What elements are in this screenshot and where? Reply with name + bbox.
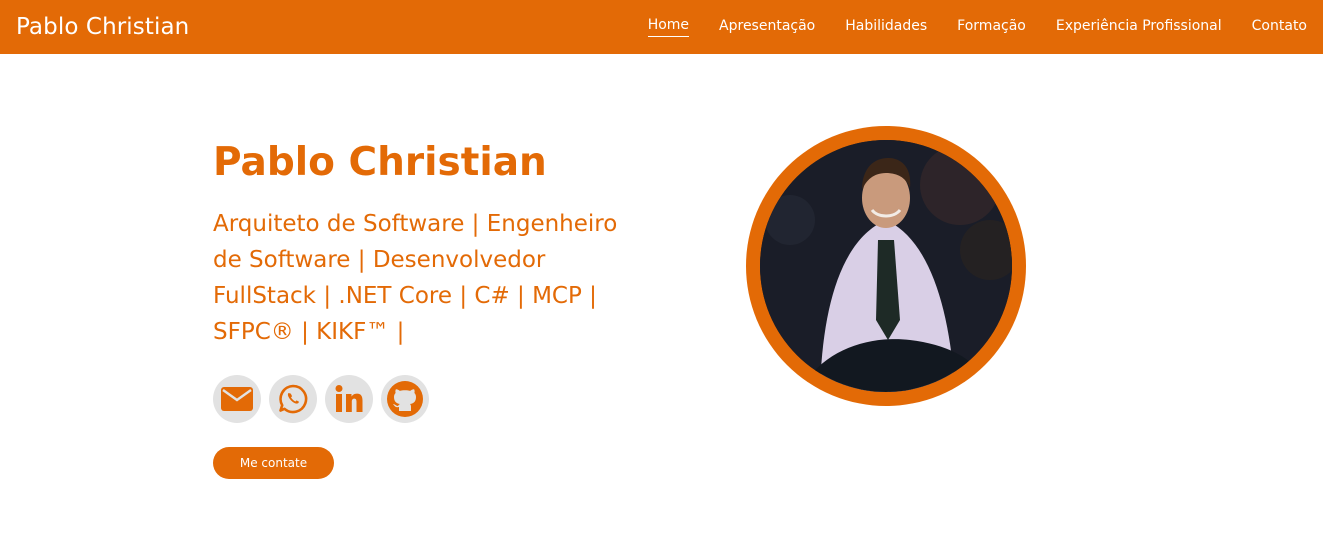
brand-link[interactable]: Pablo Christian xyxy=(16,14,189,40)
hero-title: Arquiteto de Software | Engenheiro de So… xyxy=(213,211,618,345)
linkedin-icon xyxy=(335,385,363,412)
nav-link-experiencia-profissional[interactable]: Experiência Profissional xyxy=(1056,18,1222,37)
linkedin-button[interactable] xyxy=(325,375,373,423)
nav-links: Home Apresentação Habilidades Formação E… xyxy=(618,0,1307,54)
whatsapp-button[interactable] xyxy=(269,375,317,423)
top-navbar: Pablo Christian Home Apresentação Habili… xyxy=(0,0,1323,54)
social-links xyxy=(213,375,437,423)
contact-me-button[interactable]: Me contate xyxy=(213,447,334,479)
email-button[interactable] xyxy=(213,375,261,423)
nav-link-home[interactable]: Home xyxy=(647,17,690,37)
hero-name: Pablo Christian xyxy=(213,140,547,185)
envelope-icon xyxy=(221,387,253,411)
profile-photo-illustration xyxy=(760,140,1012,392)
github-button[interactable] xyxy=(381,375,429,423)
nav-link-apresentacao[interactable]: Apresentação xyxy=(719,18,815,37)
nav-link-habilidades[interactable]: Habilidades xyxy=(845,18,927,37)
github-icon xyxy=(387,381,423,417)
nav-link-contato[interactable]: Contato xyxy=(1252,18,1307,37)
profile-photo xyxy=(760,140,1012,392)
nav-link-formacao[interactable]: Formação xyxy=(957,18,1026,37)
profile-photo-frame xyxy=(746,126,1026,406)
whatsapp-icon xyxy=(279,384,308,414)
